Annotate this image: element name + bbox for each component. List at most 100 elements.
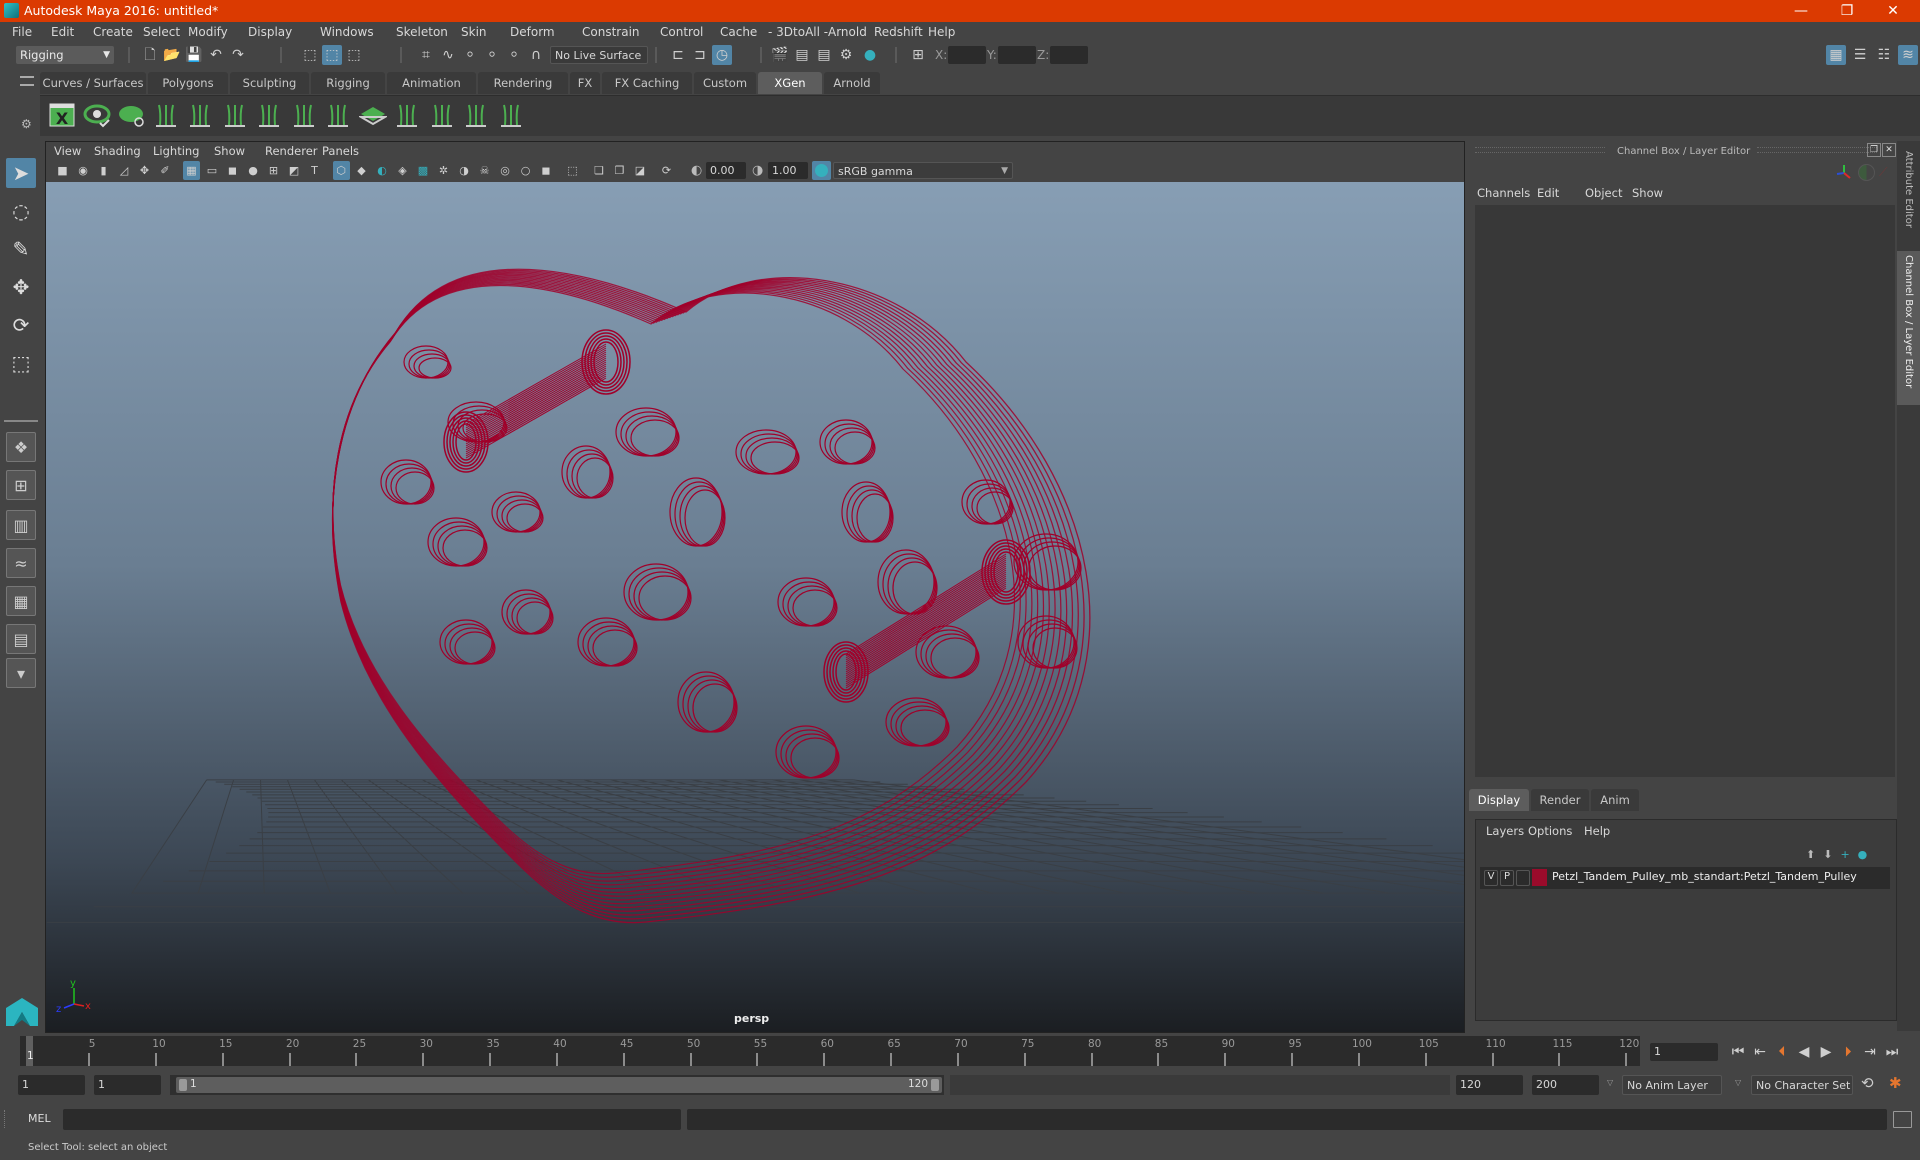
- maximize-button[interactable]: ❐: [1824, 0, 1870, 22]
- exposure-input[interactable]: 0.00: [706, 162, 746, 179]
- current-frame-input[interactable]: 1: [1650, 1043, 1718, 1061]
- textured-icon[interactable]: ▩: [415, 161, 432, 180]
- xgen-show-guide-icon[interactable]: [255, 101, 283, 129]
- float-panel-icon[interactable]: ❐: [1867, 143, 1881, 157]
- layer-display-type-toggle[interactable]: [1516, 870, 1530, 886]
- grease-pencil-icon[interactable]: ✐: [157, 161, 174, 180]
- gate-mask-icon[interactable]: ●: [245, 161, 262, 180]
- layer-name[interactable]: Petzl_Tandem_Pulley_mb_standart:Petzl_Ta…: [1552, 870, 1857, 883]
- playback-start-input[interactable]: 1: [94, 1075, 161, 1095]
- depth-of-field-icon[interactable]: ◼: [538, 161, 555, 180]
- shelf-tab-arnold[interactable]: Arnold: [824, 72, 880, 94]
- more-layouts-icon[interactable]: ▾: [6, 658, 36, 688]
- script-editor-icon[interactable]: [1893, 1111, 1912, 1128]
- start-time-input[interactable]: 1: [18, 1075, 85, 1095]
- menu-edit[interactable]: Edit: [51, 25, 74, 39]
- select-by-component-type-icon[interactable]: ⬚: [344, 45, 364, 65]
- film-gate-icon[interactable]: ▭: [204, 161, 221, 180]
- menu-arnold[interactable]: Arnold: [828, 25, 867, 39]
- playback-end-input[interactable]: 120: [1456, 1075, 1523, 1095]
- channelbox-menu-edit[interactable]: Edit: [1537, 186, 1559, 200]
- gamma-input[interactable]: 1.00: [768, 162, 808, 179]
- layer-tab-render[interactable]: Render: [1531, 789, 1589, 811]
- field-chart-icon[interactable]: ⊞: [265, 161, 282, 180]
- hypershade-persp-layout-icon[interactable]: ▦: [6, 586, 36, 616]
- select-by-hierarchy-icon[interactable]: ⬚: [300, 45, 320, 65]
- viewport-canvas[interactable]: y z x persp: [46, 182, 1464, 1032]
- end-time-input[interactable]: 200: [1532, 1075, 1599, 1095]
- axis-gizmo-icon[interactable]: [1835, 163, 1853, 181]
- scale-tool-icon[interactable]: ⬚: [6, 348, 36, 378]
- y-coord-input[interactable]: [998, 46, 1036, 64]
- save-scene-icon[interactable]: 💾: [184, 45, 204, 65]
- render-current-frame-icon[interactable]: 🎬: [770, 45, 790, 65]
- shelf-menu-icon[interactable]: [20, 76, 34, 86]
- drag-handle[interactable]: [1757, 147, 1877, 153]
- ipr-render-icon[interactable]: ▤: [814, 45, 834, 65]
- persp-graph-outliner-layout-icon[interactable]: ▤: [6, 624, 36, 654]
- undo-icon[interactable]: ↶: [206, 45, 226, 65]
- menu-3dtoall[interactable]: - 3DtoAll -: [768, 25, 828, 39]
- layer-menu-help[interactable]: Help: [1584, 824, 1610, 838]
- time-slider[interactable]: 1 5 10 15 20 25 30 35 40 45 50 55 60 65 70 75 80 85 90 95 1…: [20, 1036, 1640, 1066]
- create-empty-layer-icon[interactable]: +: [1840, 848, 1857, 861]
- single-perspective-layout-icon[interactable]: ❖: [6, 432, 36, 462]
- viewport-menu-panels[interactable]: Panels: [322, 144, 359, 158]
- layer-color-swatch[interactable]: [1532, 869, 1547, 886]
- move-layer-up-icon[interactable]: ⬆: [1806, 848, 1823, 861]
- chevron-down-icon[interactable]: ▽: [1607, 1078, 1613, 1087]
- bookmarks-icon[interactable]: ▮: [95, 161, 112, 180]
- color-management-toggle[interactable]: [812, 161, 831, 180]
- move-layer-down-icon[interactable]: ⬇: [1823, 848, 1840, 861]
- new-scene-icon[interactable]: 🗋: [140, 45, 160, 65]
- viewport-menu-renderer[interactable]: Renderer: [265, 144, 318, 158]
- screen-space-ao-icon[interactable]: ☠: [476, 161, 493, 180]
- sidebar-modeling-toolkit-icon[interactable]: ▦: [1826, 45, 1846, 65]
- z-coord-input[interactable]: [1050, 46, 1088, 64]
- shelf-tab-fx[interactable]: FX: [570, 72, 600, 94]
- safe-action-icon[interactable]: ◩: [286, 161, 303, 180]
- layer-menu-options[interactable]: Options: [1528, 824, 1572, 838]
- persp-graph-layout-icon[interactable]: ≈: [6, 548, 36, 578]
- drag-handle[interactable]: [1475, 147, 1605, 153]
- play-backwards-icon[interactable]: ◀: [1794, 1042, 1814, 1062]
- select-by-object-type-icon[interactable]: ⬚: [322, 45, 342, 65]
- open-scene-icon[interactable]: 📂: [162, 45, 182, 65]
- chevron-down-icon[interactable]: ▽: [1735, 1078, 1741, 1087]
- menu-redshift[interactable]: Redshift: [874, 25, 923, 39]
- menu-display[interactable]: Display: [248, 25, 292, 39]
- shelf-settings-gear-icon[interactable]: ⚙: [21, 117, 32, 131]
- smooth-shade-icon[interactable]: ◆: [353, 161, 370, 180]
- xgen-lock-guide-icon[interactable]: [290, 101, 318, 129]
- safe-title-icon[interactable]: T: [306, 161, 323, 180]
- shelf-tab-xgen[interactable]: XGen: [758, 72, 822, 94]
- shelf-tab-curves-surfaces[interactable]: Curves / Surfaces: [40, 72, 146, 94]
- xgen-clear-preview-icon[interactable]: [117, 101, 145, 129]
- auto-key-icon[interactable]: ⟲: [1861, 1074, 1874, 1092]
- snap-to-view-plane-icon[interactable]: ⸰: [482, 45, 502, 65]
- range-start-grip[interactable]: [179, 1079, 187, 1091]
- menu-windows[interactable]: Windows: [320, 25, 374, 39]
- layer-visibility-toggle[interactable]: V: [1484, 870, 1498, 886]
- shelf-tab-fx-caching[interactable]: FX Caching: [602, 72, 692, 94]
- xgen-flip-guides-icon[interactable]: [393, 101, 421, 129]
- manip-toggle-icon[interactable]: [1858, 164, 1875, 181]
- xray-joints-icon[interactable]: ❐: [611, 161, 628, 180]
- command-input[interactable]: [63, 1109, 681, 1130]
- outliner-persp-layout-icon[interactable]: ▥: [6, 510, 36, 540]
- shadows-icon[interactable]: ◑: [456, 161, 473, 180]
- menu-modify[interactable]: Modify: [188, 25, 228, 39]
- channelbox-menu-object[interactable]: Object: [1585, 186, 1622, 200]
- wireframe-on-shaded-icon[interactable]: ◈: [394, 161, 411, 180]
- sidebar-tool-settings-icon[interactable]: ☷: [1874, 45, 1894, 65]
- menu-control[interactable]: Control: [660, 25, 703, 39]
- shelf-tab-sculpting[interactable]: Sculpting: [230, 72, 309, 94]
- default-material-icon[interactable]: ◐: [374, 161, 391, 180]
- shelf-tab-rigging[interactable]: Rigging: [311, 72, 385, 94]
- shelf-tab-animation[interactable]: Animation: [387, 72, 476, 94]
- redo-icon[interactable]: ↷: [228, 45, 248, 65]
- attribute-editor-tab[interactable]: Attribute Editor: [1897, 151, 1920, 231]
- xgen-place-guides-icon[interactable]: [186, 101, 214, 129]
- channel-list[interactable]: [1475, 205, 1895, 777]
- xgen-select-guides-icon[interactable]: [428, 101, 456, 129]
